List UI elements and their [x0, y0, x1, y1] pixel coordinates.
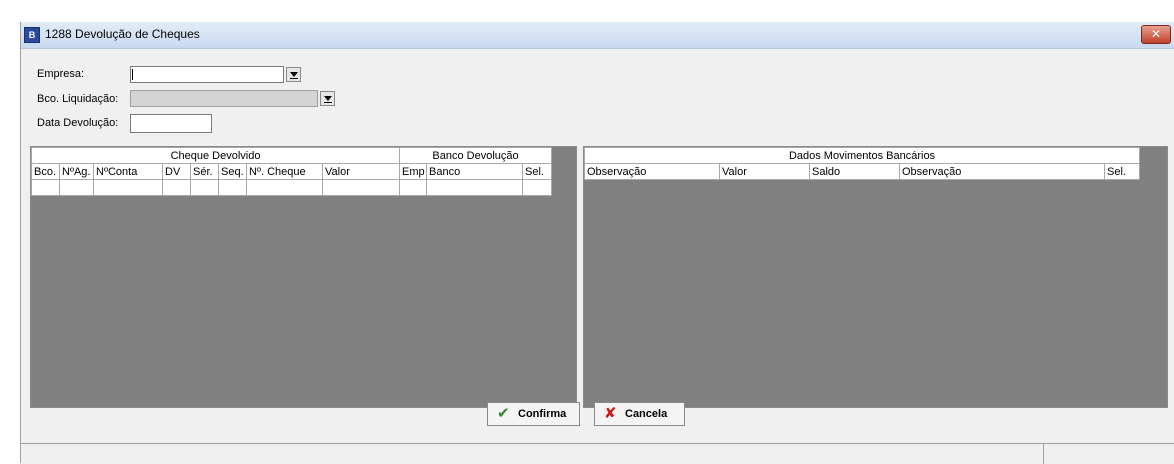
- data-devolucao-label: Data Devolução:: [37, 117, 119, 129]
- column-header-banco[interactable]: Banco: [426, 163, 524, 180]
- column-header-ncheque[interactable]: Nº. Cheque: [246, 163, 323, 180]
- bco-liquidacao-label: Bco. Liquidação:: [37, 93, 119, 105]
- column-header-saldo[interactable]: Saldo: [809, 163, 900, 180]
- grid-cell[interactable]: [190, 179, 219, 196]
- grid-cell[interactable]: [399, 179, 428, 196]
- empresa-label: Empresa:: [37, 68, 85, 80]
- column-header-valor[interactable]: Valor: [321, 163, 401, 180]
- grid-cell[interactable]: [522, 179, 553, 196]
- close-icon: ✕: [1150, 27, 1162, 41]
- bco-liquidacao-dropdown-button[interactable]: [320, 91, 335, 106]
- x-icon: ✘: [604, 405, 617, 422]
- confirma-label: Confirma: [518, 408, 567, 420]
- empresa-dropdown-button[interactable]: [286, 67, 301, 82]
- movimentos-grid[interactable]: Dados Movimentos Bancários Observação Va…: [583, 146, 1168, 408]
- grid-cell[interactable]: [162, 179, 191, 196]
- column-header-bco[interactable]: Bco.: [31, 163, 60, 180]
- grid-cell[interactable]: [321, 179, 401, 196]
- cheques-grid[interactable]: Cheque Devolvido Banco Devolução Bco. Nº…: [30, 146, 577, 408]
- grid-cell[interactable]: [31, 179, 60, 196]
- column-header-valor[interactable]: Valor: [719, 163, 810, 180]
- column-header-dv[interactable]: DV: [162, 163, 191, 180]
- window-title: 1288 Devolução de Cheques: [45, 27, 200, 41]
- grid-cell[interactable]: [218, 179, 247, 196]
- main-window: B 1288 Devolução de Cheques ✕ Empresa: B…: [20, 22, 1174, 464]
- confirma-button[interactable]: ✔ Confirma: [487, 402, 580, 426]
- text-caret: [132, 69, 133, 80]
- cheque-devolvido-header: Cheque Devolvido: [30, 147, 401, 164]
- column-header-observacao-2[interactable]: Observação: [899, 163, 1105, 180]
- column-header-observacao[interactable]: Observação: [584, 163, 720, 180]
- dados-movimentos-header: Dados Movimentos Bancários: [583, 147, 1141, 164]
- table-row[interactable]: [31, 179, 553, 196]
- checkmark-icon: ✔: [497, 405, 510, 422]
- status-bar: [21, 443, 1174, 464]
- grid-cell[interactable]: [246, 179, 323, 196]
- column-header-ser[interactable]: Sér.: [190, 163, 219, 180]
- banco-devolucao-header: Banco Devolução: [399, 147, 553, 164]
- empresa-combo[interactable]: [130, 66, 284, 83]
- title-bar[interactable]: B 1288 Devolução de Cheques ✕: [21, 22, 1174, 49]
- grid-cell[interactable]: [93, 179, 163, 196]
- bco-liquidacao-combo[interactable]: [130, 90, 318, 107]
- column-header-sel[interactable]: Sel.: [1103, 163, 1141, 180]
- column-header-sel[interactable]: Sel.: [522, 163, 553, 180]
- column-header-emp[interactable]: Emp: [399, 163, 428, 180]
- close-button[interactable]: ✕: [1141, 25, 1171, 44]
- column-header-nag[interactable]: NºAg.: [59, 163, 94, 180]
- status-panel: [1043, 444, 1174, 464]
- data-devolucao-input[interactable]: [130, 114, 212, 133]
- grid-cell[interactable]: [59, 179, 94, 196]
- column-header-seq[interactable]: Seq.: [218, 163, 247, 180]
- cancela-button[interactable]: ✘ Cancela: [594, 402, 685, 426]
- cancela-label: Cancela: [625, 408, 668, 420]
- column-header-nconta[interactable]: NºConta: [93, 163, 163, 180]
- app-icon: B: [24, 27, 40, 43]
- grid-cell[interactable]: [426, 179, 524, 196]
